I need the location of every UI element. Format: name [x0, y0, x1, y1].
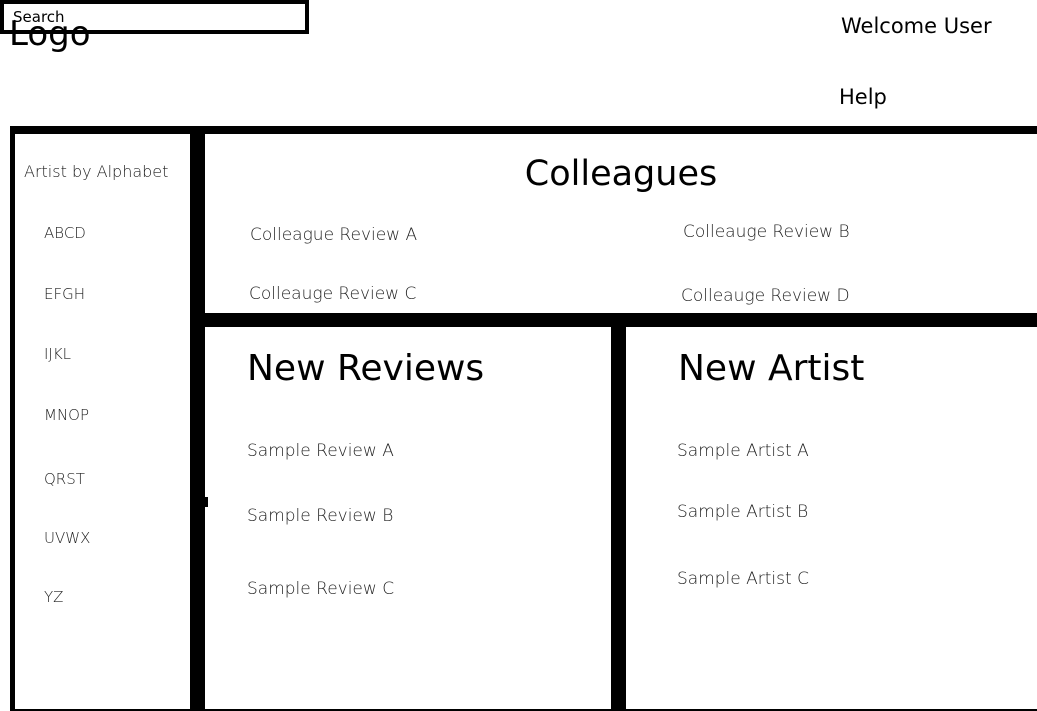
sidebar-item-efgh[interactable]: EFGH: [44, 285, 85, 303]
sidebar-item-qrst[interactable]: QRST: [44, 470, 85, 488]
sidebar-title: Artist by Alphabet: [24, 162, 169, 181]
sample-artist-a[interactable]: Sample Artist A: [677, 441, 809, 461]
frame-top-border: [10, 126, 1037, 134]
welcome-user: Welcome User: [841, 14, 992, 38]
sample-review-a[interactable]: Sample Review A: [247, 441, 394, 461]
colleague-review-b[interactable]: Colleauge Review B: [683, 222, 850, 242]
colleague-review-d[interactable]: Colleauge Review D: [681, 286, 850, 306]
logo[interactable]: Logo: [9, 14, 91, 54]
sidebar-item-yz[interactable]: YZ: [44, 588, 63, 606]
reviews-artist-divider: [611, 313, 626, 711]
sample-artist-b[interactable]: Sample Artist B: [677, 502, 808, 522]
sample-review-b[interactable]: Sample Review B: [247, 506, 393, 526]
sample-artist-c[interactable]: Sample Artist C: [677, 569, 809, 589]
colleague-review-a[interactable]: Colleague Review A: [250, 225, 417, 245]
help-link[interactable]: Help: [839, 83, 887, 111]
sidebar-item-ijkl[interactable]: IJKL: [44, 345, 71, 363]
divider-tick: [205, 497, 208, 507]
new-reviews-title: New Reviews: [247, 348, 485, 389]
new-artist-title: New Artist: [678, 348, 865, 389]
colleague-review-c[interactable]: Colleauge Review C: [249, 284, 416, 304]
sidebar-item-uvwx[interactable]: UVWX: [44, 529, 90, 547]
frame-left-border: [10, 126, 15, 711]
sample-review-c[interactable]: Sample Review C: [247, 579, 394, 599]
sidebar-item-abcd[interactable]: ABCD: [44, 224, 86, 242]
sidebar-divider: [190, 126, 205, 711]
sidebar-item-mnop[interactable]: MNOP: [44, 406, 89, 424]
colleagues-title: Colleagues: [524, 154, 718, 194]
